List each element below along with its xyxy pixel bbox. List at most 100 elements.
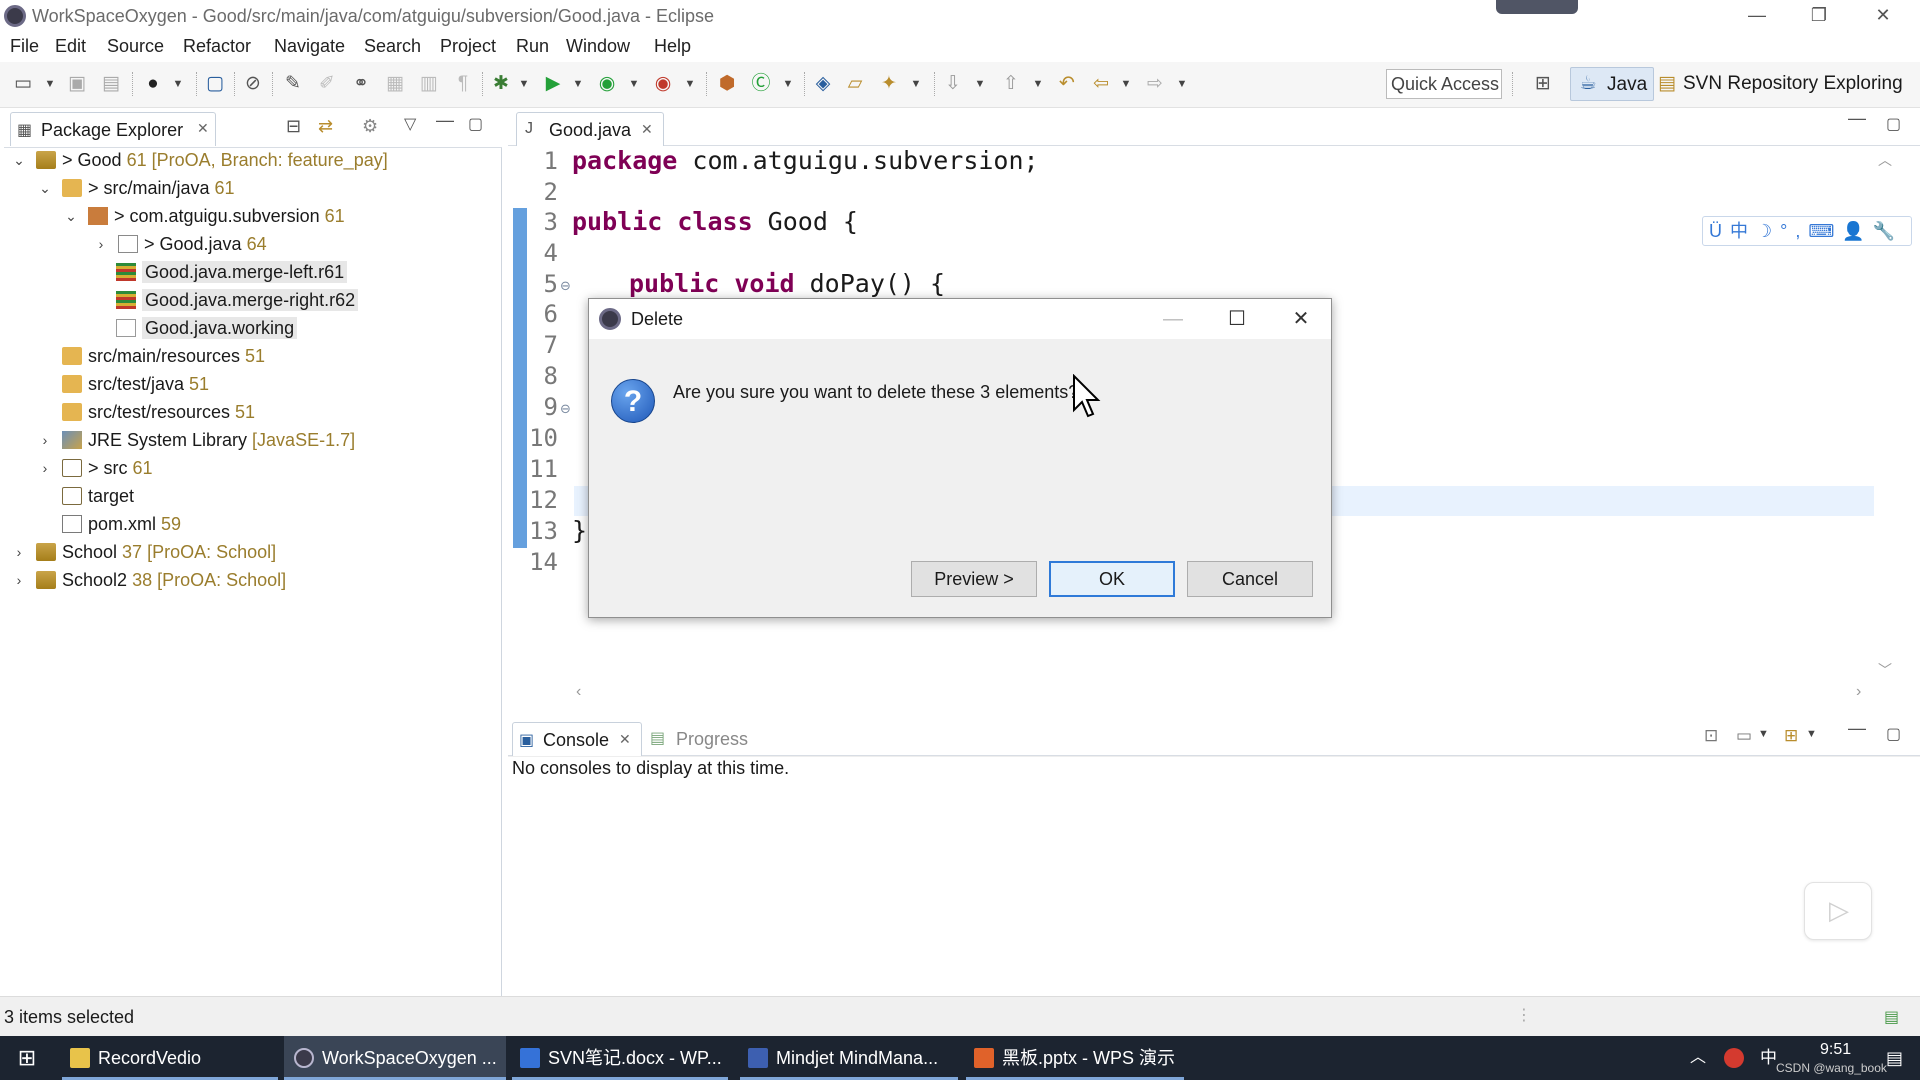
tree-item-src-test-resources[interactable]: src/test/resources 51 (62, 398, 255, 426)
maximize-editor-icon[interactable]: ▢ (1886, 114, 1901, 134)
restore-button[interactable]: ❐ (1794, 0, 1844, 30)
screen-grab-handle[interactable] (1496, 0, 1578, 14)
terminal-icon[interactable]: ▢ (202, 72, 228, 96)
chevron-right-icon[interactable]: › (38, 426, 52, 454)
new-icon[interactable]: ▭ (10, 72, 36, 96)
tab-console[interactable]: ▣ Console ✕ (512, 722, 642, 756)
back-icon[interactable]: ⇦ (1088, 72, 1114, 96)
open-perspective-icon[interactable]: ⊞ (1530, 72, 1556, 96)
edit-icon[interactable]: ✐ (314, 72, 340, 96)
dialog-minimize-button[interactable]: — (1151, 303, 1195, 335)
external-tools-dropdown-icon[interactable]: ▼ (684, 72, 696, 96)
new-class-icon[interactable]: Ⓒ (748, 72, 774, 96)
toggle-mark-icon[interactable]: ✎ (280, 72, 306, 96)
taskbar-item-recordvedio[interactable]: RecordVedio (62, 1036, 278, 1080)
display-console-dropdown-icon[interactable]: ▼ (1758, 728, 1769, 740)
menu-refactor[interactable]: Refactor (183, 36, 251, 57)
link-icon[interactable]: ⚭ (348, 72, 374, 96)
chevron-right-icon[interactable]: › (38, 454, 52, 482)
tree-item-merge-right[interactable]: Good.java.merge-right.r62 (116, 286, 359, 314)
save-icon[interactable]: ▣ (64, 72, 90, 96)
link-editor-icon[interactable]: ⇄ (318, 116, 333, 137)
video-play-button[interactable]: ▷ (1804, 882, 1872, 940)
menu-help[interactable]: Help (654, 36, 691, 57)
minimize-view-icon[interactable]: — (436, 110, 454, 131)
forward-dropdown-icon[interactable]: ▼ (1176, 72, 1188, 96)
open-console-dropdown-icon[interactable]: ▼ (1806, 728, 1817, 740)
debug-dropdown-icon[interactable]: ▼ (518, 72, 530, 96)
new-class-dropdown-icon[interactable]: ▼ (782, 72, 794, 96)
cancel-button[interactable]: Cancel (1187, 561, 1313, 597)
taskbar-item-eclipse[interactable]: WorkSpaceOxygen ... (284, 1036, 506, 1080)
taskbar-item-svn-docx[interactable]: SVN笔记.docx - WP... (512, 1036, 728, 1080)
menu-window[interactable]: Window (566, 36, 630, 57)
minimize-button[interactable]: — (1732, 0, 1782, 30)
close-tab-icon[interactable]: ✕ (197, 120, 209, 137)
ok-button[interactable]: OK (1049, 561, 1175, 597)
fold-icon[interactable]: ⊖ (560, 278, 571, 294)
paragraph-icon[interactable]: ¶ (450, 72, 476, 96)
minimize-editor-icon[interactable]: — (1848, 108, 1866, 129)
minimize-console-icon[interactable]: — (1848, 718, 1866, 739)
tree-item-pom[interactable]: pom.xml 59 (62, 510, 181, 538)
scroll-down-icon[interactable]: ﹀ (1878, 660, 1892, 680)
tree-item-merge-left[interactable]: Good.java.merge-left.r61 (116, 258, 348, 286)
notification-icon[interactable]: ▤ (1886, 1036, 1903, 1080)
tab-package-explorer[interactable]: ▦ Package Explorer ✕ (10, 112, 216, 146)
prev-annotation-icon[interactable]: ⇧ (998, 72, 1024, 96)
open-type-icon[interactable]: ◈ (810, 72, 836, 96)
search-dropdown-icon[interactable]: ▼ (910, 72, 922, 96)
taskbar-item-mindjet[interactable]: Mindjet MindMana... (740, 1036, 958, 1080)
horizontal-scrollbar[interactable]: ‹ › (574, 683, 1874, 705)
pin-console-icon[interactable]: ⊡ (1704, 726, 1718, 746)
maximize-view-icon[interactable]: ▢ (468, 114, 483, 134)
collapse-all-icon[interactable]: ⊟ (286, 116, 301, 137)
search-icon[interactable]: ✦ (876, 72, 902, 96)
maximize-console-icon[interactable]: ▢ (1886, 724, 1901, 744)
svn-icon[interactable]: ● (140, 72, 166, 96)
preview-button[interactable]: Preview > (911, 561, 1037, 597)
ime-toolbar[interactable]: Ü中☽°,⌨👤🔧 (1702, 216, 1912, 246)
open-console-icon[interactable]: ⊞ (1784, 726, 1798, 746)
menu-file[interactable]: File (10, 36, 39, 57)
open-folder-icon[interactable]: ▱ (842, 72, 868, 96)
fold-icon[interactable]: ⊖ (560, 401, 571, 417)
tab-good-java[interactable]: J Good.java ✕ (516, 112, 664, 146)
save-all-icon[interactable]: ▤ (98, 72, 124, 96)
menu-project[interactable]: Project (440, 36, 496, 57)
menu-run[interactable]: Run (516, 36, 549, 57)
chevron-right-icon[interactable]: › (12, 538, 26, 566)
menu-edit[interactable]: Edit (55, 36, 86, 57)
tree-item-working[interactable]: Good.java.working (116, 314, 298, 342)
tree-item-target[interactable]: target (62, 482, 134, 510)
prev-annotation-dropdown-icon[interactable]: ▼ (1032, 72, 1044, 96)
menu-search[interactable]: Search (364, 36, 421, 57)
forward-icon[interactable]: ⇨ (1142, 72, 1168, 96)
scroll-left-icon[interactable]: ‹ (576, 683, 581, 701)
start-button[interactable]: ⊞ (0, 1036, 54, 1080)
perspective-java[interactable]: ☕ Java (1570, 67, 1654, 101)
coverage-dropdown-icon[interactable]: ▼ (628, 72, 640, 96)
close-tab-icon[interactable]: ✕ (641, 121, 653, 138)
filter-icon[interactable]: ⚙ (362, 116, 378, 137)
view-menu-icon[interactable]: ▽ (404, 114, 416, 134)
chevron-up-icon[interactable]: ︿ (1690, 1036, 1706, 1080)
close-window-button[interactable]: ✕ (1858, 0, 1908, 30)
taskbar-item-pptx[interactable]: 黑板.pptx - WPS 演示 (966, 1036, 1184, 1080)
input-language[interactable]: 中 (1760, 1036, 1777, 1080)
tree-item-src-main-resources[interactable]: src/main/resources 51 (62, 342, 265, 370)
display-console-icon[interactable]: ▭ (1736, 726, 1752, 746)
menu-navigate[interactable]: Navigate (274, 36, 345, 57)
block-icon[interactable]: ▥ (416, 72, 442, 96)
run-dropdown-icon[interactable]: ▼ (572, 72, 584, 96)
quick-access-input[interactable]: Quick Access (1386, 69, 1502, 99)
antivirus-icon[interactable] (1724, 1048, 1744, 1068)
coverage-icon[interactable]: ◉ (594, 72, 620, 96)
chevron-right-icon[interactable]: › (12, 566, 26, 594)
debug-icon[interactable]: ✱ (488, 72, 514, 96)
chevron-down-icon[interactable]: ⌄ (38, 174, 52, 202)
close-tab-icon[interactable]: ✕ (619, 731, 631, 748)
chevron-down-icon[interactable]: ⌄ (64, 202, 78, 230)
format-icon[interactable]: ▦ (382, 72, 408, 96)
dialog-close-button[interactable]: ✕ (1279, 303, 1323, 335)
